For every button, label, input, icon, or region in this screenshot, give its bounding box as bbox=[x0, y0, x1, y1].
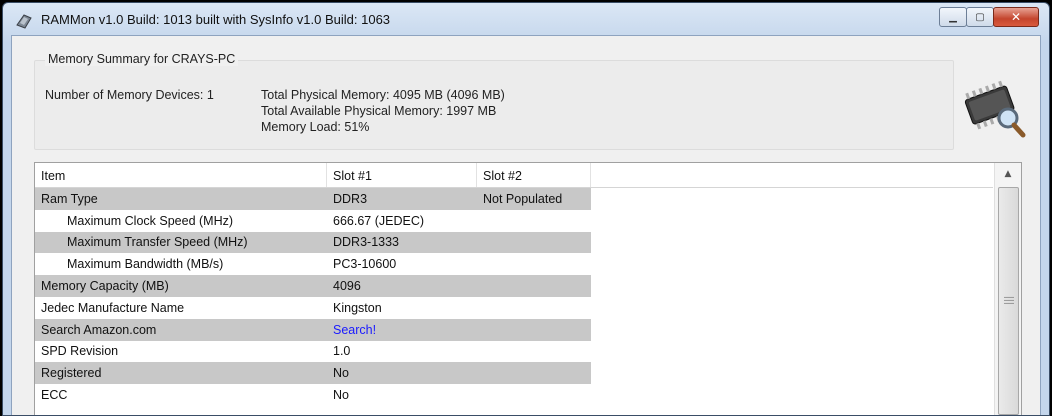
table-row[interactable]: ECC No bbox=[35, 384, 993, 406]
memory-load: Memory Load: 51% bbox=[261, 120, 370, 134]
close-icon: ✕ bbox=[1010, 10, 1022, 24]
row-item-label: Jedec Manufacture Name bbox=[41, 300, 185, 315]
title-bar[interactable]: RAMMon v1.0 Build: 1013 built with SysIn… bbox=[3, 3, 1049, 37]
table-row[interactable]: Maximum Bandwidth (MB/s) PC3-10600 bbox=[35, 253, 993, 275]
memory-summary-group: Memory Summary for CRAYS-PC Number of Me… bbox=[34, 52, 954, 150]
maximize-button[interactable]: ▢ bbox=[966, 7, 994, 27]
chevron-up-icon: ▲ bbox=[1004, 169, 1012, 179]
row-slot1-value: 4096 bbox=[333, 279, 361, 294]
table-row[interactable]: Maximum Clock Speed (MHz) 666.67 (JEDEC) bbox=[35, 210, 993, 232]
table-row[interactable]: Jedec Manufacture Name Kingston bbox=[35, 297, 993, 319]
row-item-label: ECC bbox=[41, 388, 68, 403]
table-row[interactable]: Ram Type DDR3 Not Populated bbox=[35, 188, 993, 210]
row-slot1-value: 666.67 (JEDEC) bbox=[333, 213, 425, 228]
scroll-up-button[interactable]: ▲ bbox=[995, 163, 1021, 185]
minimize-icon: ▁ bbox=[949, 11, 957, 23]
table-row[interactable]: Maximum Transfer Speed (MHz) DDR3-1333 bbox=[35, 231, 993, 254]
row-slot1-value: DDR3-1333 bbox=[333, 235, 400, 250]
table-rows: Ram Type DDR3 Not Populated Maximum Cloc… bbox=[35, 188, 993, 406]
vertical-scrollbar[interactable]: ▲ ― ― ― bbox=[994, 163, 1021, 415]
column-header-item[interactable]: Item bbox=[35, 163, 327, 187]
maximize-icon: ▢ bbox=[975, 11, 985, 23]
row-item-label: Search Amazon.com bbox=[41, 322, 157, 337]
column-header-slot2[interactable]: Slot #2 bbox=[477, 163, 591, 187]
row-slot1-value: No bbox=[333, 388, 349, 403]
row-item-label: Maximum Bandwidth (MB/s) bbox=[67, 257, 224, 272]
table-row[interactable]: Registered No bbox=[35, 362, 993, 385]
app-window: RAMMon v1.0 Build: 1013 built with SysIn… bbox=[2, 2, 1050, 416]
table-row[interactable]: Memory Capacity (MB) 4096 bbox=[35, 275, 993, 297]
table-row[interactable]: SPD Revision 1.0 bbox=[35, 341, 993, 363]
grip-icon: ― ― ― bbox=[1004, 292, 1014, 309]
total-physical-memory: Total Physical Memory: 4095 MB (4096 MB) bbox=[261, 88, 505, 102]
scrollbar-thumb[interactable]: ― ― ― bbox=[998, 187, 1019, 415]
row-slot1-value: 1.0 bbox=[333, 344, 351, 359]
client-area: Memory Summary for CRAYS-PC Number of Me… bbox=[11, 35, 1041, 415]
memory-devices-count: Number of Memory Devices: 1 bbox=[45, 88, 214, 102]
total-available-memory: Total Available Physical Memory: 1997 MB bbox=[261, 104, 497, 118]
minimize-button[interactable]: ▁ bbox=[939, 7, 967, 27]
row-slot1-value: Kingston bbox=[333, 300, 382, 315]
window-title: RAMMon v1.0 Build: 1013 built with SysIn… bbox=[41, 12, 391, 27]
row-item-label: Maximum Clock Speed (MHz) bbox=[67, 213, 234, 228]
rammon-app-icon bbox=[16, 14, 32, 29]
row-item-label: Registered bbox=[41, 366, 102, 381]
close-button[interactable]: ✕ bbox=[993, 7, 1039, 27]
memory-summary-legend: Memory Summary for CRAYS-PC bbox=[45, 52, 239, 66]
row-slot1-value: DDR3 bbox=[333, 191, 368, 206]
memory-details-table[interactable]: Item Slot #1 Slot #2 Ram Type DDR3 Not P… bbox=[34, 162, 1022, 415]
row-slot1-value: PC3-10600 bbox=[333, 257, 397, 272]
search-amazon-link[interactable]: Search! bbox=[333, 319, 376, 341]
row-slot2-value: Not Populated bbox=[483, 191, 563, 206]
row-item-label: Memory Capacity (MB) bbox=[41, 279, 169, 294]
table-header: Item Slot #1 Slot #2 bbox=[35, 163, 993, 188]
column-header-slot1[interactable]: Slot #1 bbox=[327, 163, 477, 187]
row-item-label: Maximum Transfer Speed (MHz) bbox=[67, 235, 248, 250]
memory-chip-magnifier-icon bbox=[964, 80, 1026, 138]
row-item-label: SPD Revision bbox=[41, 344, 119, 359]
row-item-label: Ram Type bbox=[41, 191, 98, 206]
table-row[interactable]: Search Amazon.com Search! bbox=[35, 318, 993, 341]
row-slot1-value: No bbox=[333, 366, 349, 381]
